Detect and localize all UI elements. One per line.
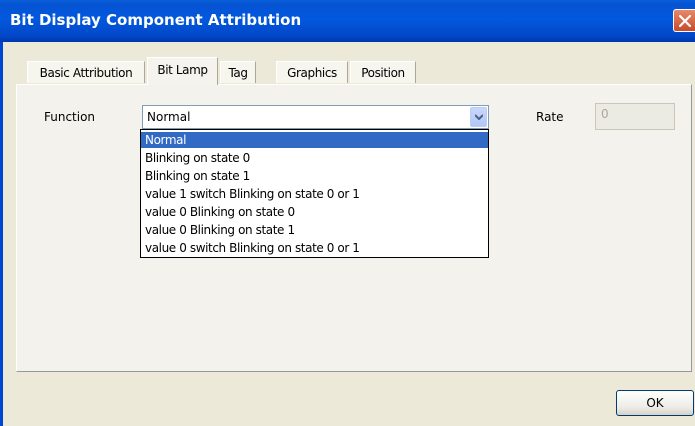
tab-position[interactable]: Position xyxy=(350,61,416,83)
rate-label: Rate xyxy=(536,110,564,124)
function-options-list: Normal Blinking on state 0 Blinking on s… xyxy=(140,129,489,258)
function-select[interactable]: Normal xyxy=(142,105,489,129)
tab-bit-lamp[interactable]: Bit Lamp xyxy=(147,57,218,85)
function-select-value: Normal xyxy=(147,110,191,124)
rate-field: 0 xyxy=(595,103,675,130)
function-dropdown-button[interactable] xyxy=(470,107,487,127)
tab-tag[interactable]: Tag xyxy=(220,61,256,83)
tab-graphics[interactable]: Graphics xyxy=(276,61,348,83)
option-item[interactable]: Blinking on state 0 xyxy=(141,150,488,166)
tab-basic-attribution[interactable]: Basic Attribution xyxy=(27,61,145,83)
chevron-down-icon xyxy=(475,114,483,120)
option-item[interactable]: Normal xyxy=(141,132,488,148)
title-bar[interactable]: Bit Display Component Attribution xyxy=(0,0,695,42)
option-item[interactable]: value 0 switch Blinking on state 0 or 1 xyxy=(141,240,488,256)
window-title: Bit Display Component Attribution xyxy=(10,11,302,29)
close-icon xyxy=(679,15,691,27)
close-button[interactable] xyxy=(673,9,695,32)
option-item[interactable]: Blinking on state 1 xyxy=(141,168,488,184)
function-label: Function xyxy=(44,110,96,124)
option-item[interactable]: value 0 Blinking on state 0 xyxy=(141,204,488,220)
option-item[interactable]: value 0 Blinking on state 1 xyxy=(141,222,488,238)
option-item[interactable]: value 1 switch Blinking on state 0 or 1 xyxy=(141,186,488,202)
rate-field-value: 0 xyxy=(601,107,609,121)
window-border xyxy=(0,42,3,426)
ok-button[interactable]: OK xyxy=(616,390,694,416)
